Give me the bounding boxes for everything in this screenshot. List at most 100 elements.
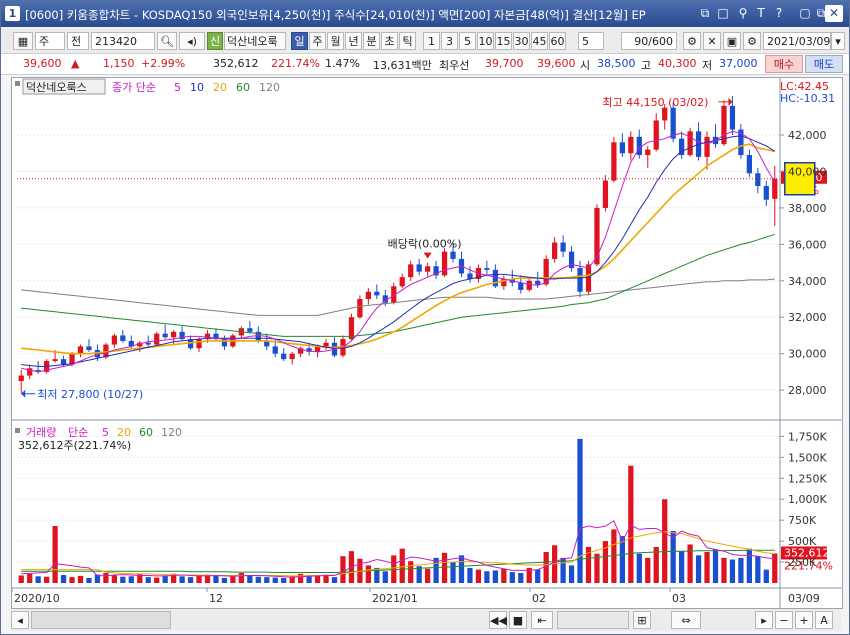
best-ask: 39,700 bbox=[485, 57, 524, 70]
minute-value-select[interactable]: 5 bbox=[578, 32, 604, 50]
title-bar[interactable]: 1 [0600] 키움종합차트 - KOSDAQ150 외국인보유[4,250(… bbox=[1, 1, 849, 27]
high-price: 40,300 bbox=[658, 57, 697, 70]
stop-icon[interactable]: ■ bbox=[509, 611, 527, 629]
minute-15[interactable]: 15 bbox=[495, 32, 512, 50]
candle-body bbox=[577, 268, 583, 292]
candle-body bbox=[382, 295, 388, 303]
minute-1[interactable]: 1 bbox=[423, 32, 440, 50]
cross-icon[interactable]: ✕ bbox=[703, 32, 721, 50]
candle-body bbox=[628, 136, 634, 154]
candle-body bbox=[399, 277, 405, 287]
up-arrow-icon: ▲ bbox=[71, 57, 80, 70]
pane-handle-icon bbox=[15, 81, 20, 86]
volume-tick-label: 1,750K bbox=[788, 430, 827, 443]
volume-bar bbox=[450, 562, 456, 583]
candle-body bbox=[602, 180, 609, 208]
volume-bar bbox=[628, 465, 634, 583]
chart-area[interactable]: 39,6002.99%352,612221.74%최고 44,150 (03/0… bbox=[11, 77, 843, 609]
help-icon[interactable]: ? bbox=[771, 5, 787, 21]
price-tick-label: 32,000 bbox=[788, 311, 827, 324]
x-tick-label: 02 bbox=[532, 592, 546, 605]
chart-canvas[interactable]: 39,6002.99%352,612221.74%최고 44,150 (03/0… bbox=[11, 78, 842, 608]
rewind-icon[interactable]: ◀◀ bbox=[489, 611, 507, 629]
gear-icon[interactable]: ⚙ bbox=[743, 32, 761, 50]
volume-bar bbox=[230, 576, 236, 583]
timeframe-1[interactable]: 주 bbox=[309, 32, 326, 50]
zoom-out-icon[interactable]: − bbox=[775, 611, 793, 629]
candle-body bbox=[408, 264, 414, 278]
scroll-left-icon[interactable]: ◂ bbox=[11, 611, 29, 629]
sound-icon[interactable]: ◂) bbox=[179, 32, 205, 50]
minute-60[interactable]: 60 bbox=[549, 32, 566, 50]
minute-30[interactable]: 30 bbox=[513, 32, 530, 50]
candle-body bbox=[552, 242, 558, 259]
candle-body bbox=[323, 342, 329, 347]
volume-bar bbox=[425, 568, 431, 583]
volume-bar bbox=[44, 576, 50, 583]
scroll-indicator[interactable]: ⇔ bbox=[671, 611, 701, 629]
volume-bar bbox=[712, 549, 719, 583]
volume-bar bbox=[475, 569, 482, 583]
timeframe-5[interactable]: 초 bbox=[381, 32, 398, 50]
compare-select[interactable]: 전 bbox=[67, 32, 89, 50]
x-tick-label: 12 bbox=[209, 592, 223, 605]
zoom-in-icon[interactable]: + bbox=[795, 611, 813, 629]
search-icon[interactable]: 🔍︎ bbox=[157, 32, 177, 50]
scroll-home-icon[interactable]: ⇤ bbox=[531, 611, 553, 629]
high-arrow-icon bbox=[728, 97, 733, 106]
price-tick-label: 30,000 bbox=[788, 348, 827, 361]
timeframe-3[interactable]: 년 bbox=[345, 32, 362, 50]
volume-bar bbox=[619, 536, 625, 583]
minute-10[interactable]: 10 bbox=[477, 32, 494, 50]
save-icon[interactable]: ▣ bbox=[723, 32, 741, 50]
grid-icon[interactable]: ▦ bbox=[13, 32, 33, 50]
volume-bar bbox=[772, 553, 778, 583]
candle-body bbox=[535, 280, 541, 285]
stock-code-input[interactable]: 213420 bbox=[91, 32, 155, 50]
timeframe-4[interactable]: 분 bbox=[363, 32, 380, 50]
candle-body bbox=[687, 131, 693, 156]
calendar-icon[interactable]: ▾ bbox=[831, 32, 845, 50]
date-input[interactable]: 2021/03/09 bbox=[763, 32, 831, 50]
vma5-line bbox=[21, 520, 775, 578]
scroll-track[interactable] bbox=[31, 611, 171, 629]
zoom-icon[interactable]: ⊞ bbox=[633, 611, 651, 629]
volume-bar bbox=[501, 568, 507, 583]
close-icon[interactable]: ✕ bbox=[825, 5, 843, 22]
window-minimize-icon[interactable]: ▢ bbox=[797, 5, 813, 21]
chart-settings-icon[interactable]: ⚙ bbox=[683, 32, 701, 50]
period-select[interactable]: 주 bbox=[35, 32, 65, 50]
timeframe-0[interactable]: 일 bbox=[291, 32, 308, 50]
restore-icon[interactable]: ⧉ bbox=[697, 5, 713, 21]
pin-icon[interactable]: ⚲ bbox=[735, 5, 751, 21]
volume-bar bbox=[86, 577, 92, 583]
ma-label-5: 5 bbox=[174, 81, 181, 94]
best-bid: 39,600 bbox=[537, 57, 576, 70]
volume-info: 352,612주(221.74%) bbox=[18, 439, 131, 452]
maximize-icon[interactable]: □ bbox=[715, 5, 731, 21]
count-input[interactable]: 90/600 bbox=[621, 32, 677, 50]
scroll-bar[interactable]: ◂ ⇤ ◀◀ ■ ⊞ ⇔ ▸ − + A bbox=[11, 609, 841, 631]
timeframe-6[interactable]: 틱 bbox=[399, 32, 416, 50]
minute-3[interactable]: 3 bbox=[441, 32, 458, 50]
minute-45[interactable]: 45 bbox=[531, 32, 548, 50]
price-change: 1,150 bbox=[103, 57, 135, 70]
scroll-thumb[interactable] bbox=[557, 611, 629, 629]
x-tick-label: 03 bbox=[672, 592, 686, 605]
volume-pane-handle-icon bbox=[15, 428, 20, 433]
flag-icon[interactable]: ▸ bbox=[755, 611, 773, 629]
buy-button[interactable]: 매수 bbox=[765, 55, 803, 73]
candle-body bbox=[111, 335, 117, 345]
price-tick-label: 38,000 bbox=[788, 202, 827, 215]
ma-label-20: 20 bbox=[213, 81, 227, 94]
sell-button[interactable]: 매도 bbox=[805, 55, 843, 73]
timeframe-2[interactable]: 월 bbox=[327, 32, 344, 50]
volume-bar bbox=[467, 567, 473, 583]
minute-5[interactable]: 5 bbox=[459, 32, 476, 50]
text-icon[interactable]: T bbox=[753, 5, 769, 21]
volume-bar bbox=[18, 575, 24, 583]
volume-bar bbox=[408, 561, 414, 583]
candle-body bbox=[18, 375, 24, 382]
volume-bar bbox=[577, 438, 583, 583]
auto-icon[interactable]: A bbox=[815, 611, 833, 629]
